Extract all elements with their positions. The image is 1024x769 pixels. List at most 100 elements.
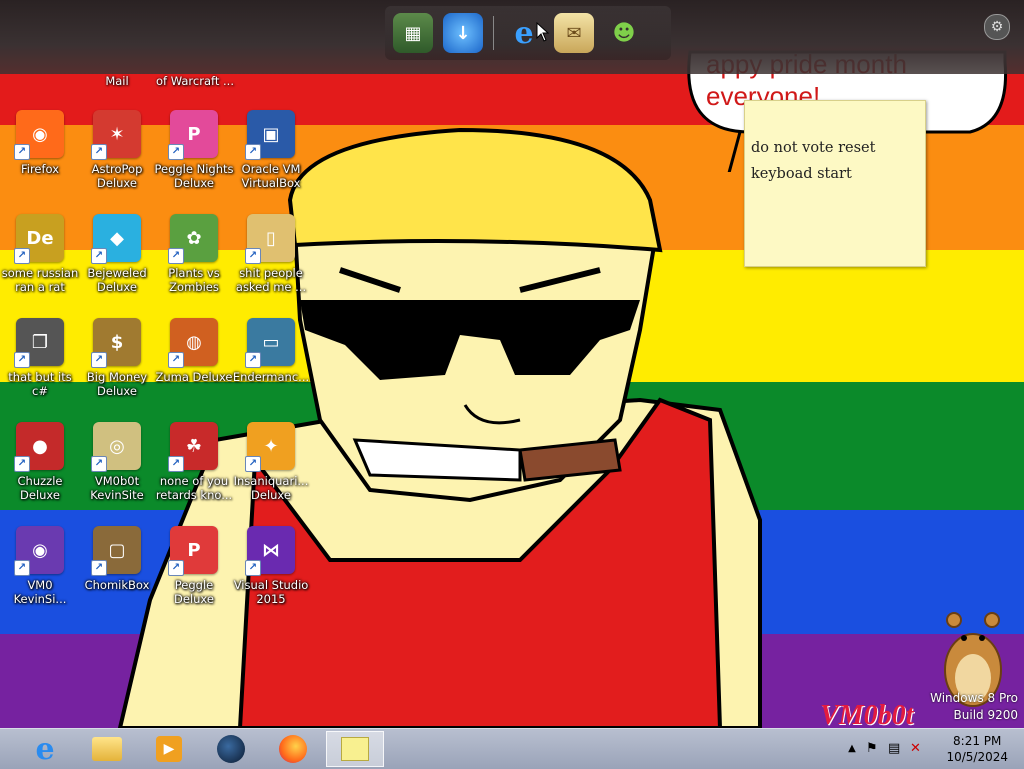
desktop-icon-label: Big Money Deluxe — [86, 370, 148, 398]
desktop-icon-label: none of you retards kno... — [155, 474, 233, 502]
desktop-icon[interactable]: ▢ ↗ ChomikBox — [77, 526, 157, 592]
visual-studio-icon: ⋈ ↗ — [245, 526, 295, 576]
ie-download-icon[interactable]: ↓ — [443, 13, 483, 53]
desktop-icon[interactable]: ✶ ↗ AstroPop Deluxe — [77, 110, 157, 190]
desktop-icon[interactable]: ◍ ↗ Zuma Deluxe — [154, 318, 234, 384]
dock-separator — [493, 16, 494, 50]
app-window-icon: ▭ ↗ — [245, 318, 295, 368]
plants-vs-zombies-icon: ✿ ↗ — [168, 214, 218, 264]
show-hidden-icons-chevron-icon[interactable]: ▲ — [844, 741, 860, 757]
desktop-icon[interactable]: ✦ ↗ Insaniquari... Deluxe — [231, 422, 311, 502]
watermark-edition: Windows 8 Pro — [930, 691, 1018, 705]
desktop-icon[interactable]: ◆ ↗ Bejeweled Deluxe — [77, 214, 157, 294]
desktop-icon[interactable]: ❐ ↗ that but its c# — [0, 318, 80, 398]
desktop-icon[interactable]: $ ↗ Big Money Deluxe — [77, 318, 157, 398]
web-shortcut-icon: ◎ ↗ — [91, 422, 141, 472]
taskbar-sticky-notes-button[interactable] — [326, 731, 384, 767]
desktop-icon-label: Chuzzle Deluxe — [17, 474, 63, 502]
system-tray: ▲ ⚑ ▤ ✕ 8:21 PM 10/5/2024 — [840, 729, 1024, 769]
peggle-icon: P ↗ — [168, 526, 218, 576]
taskbar-globe-button[interactable] — [202, 731, 260, 767]
zuma-icon: ◍ ↗ — [168, 318, 218, 368]
shortcut-arrow-icon: ↗ — [168, 456, 184, 472]
shortcut-arrow-icon: ↗ — [168, 248, 184, 264]
desktop-icon-label: Zuma Deluxe — [155, 370, 233, 384]
clock-date: 10/5/2024 — [946, 750, 1008, 764]
desktop-icon[interactable]: ◎ ↗ VM0b0t KevinSite — [77, 422, 157, 502]
shortcut-arrow-icon: ↗ — [91, 560, 107, 576]
desktop-icon-label: that but its c# — [8, 370, 72, 398]
peggle-nights-icon: P ↗ — [168, 110, 218, 160]
watermark-build: Build 9200 — [953, 708, 1018, 722]
desktop-icon[interactable]: ☘ ↗ none of you retards kno... — [154, 422, 234, 502]
taskbar-file-explorer-button[interactable] — [78, 731, 136, 767]
sticky-note-text[interactable]: do not vote reset keyboad start — [751, 135, 919, 187]
money-bag-icon: $ ↗ — [91, 318, 141, 368]
shortcut-arrow-icon: ↗ — [168, 144, 184, 160]
firefox-file-icon: ◉ ↗ — [14, 526, 64, 576]
insaniquarium-icon: ✦ ↗ — [245, 422, 295, 472]
shortcut-arrow-icon: ↗ — [168, 352, 184, 368]
desktop-icon[interactable]: P ↗ Peggle Nights Deluxe — [154, 110, 234, 190]
shortcut-arrow-icon: ↗ — [245, 560, 261, 576]
mouse-cursor-icon — [536, 22, 550, 42]
system-clock[interactable]: 8:21 PM 10/5/2024 — [946, 733, 1008, 765]
chomikbox-icon: ▢ ↗ — [91, 526, 141, 576]
desktop-icon-label: Peggle Deluxe — [174, 578, 214, 606]
desktop-icon-label: Bejeweled Deluxe — [87, 266, 147, 294]
desktop-icon-label: Plants vs Zombies — [168, 266, 220, 294]
desktop-icon[interactable]: ✿ ↗ Plants vs Zombies — [154, 214, 234, 294]
firefox-icon — [279, 735, 307, 763]
desktop-icon-label: VM0b0t KevinSite — [90, 474, 144, 502]
volume-muted-icon[interactable]: ✕ — [910, 741, 926, 757]
desktop-icon[interactable]: De ↗ some russian ran a rat — [0, 214, 80, 294]
desktop-icon[interactable]: ● ↗ Chuzzle Deluxe — [0, 422, 80, 502]
messenger-icon[interactable]: ☻ — [604, 13, 644, 53]
desktop-icon-label: VM0 KevinSi... — [13, 578, 67, 606]
desktop-icon[interactable]: ▭ ↗ Endermanc... — [231, 318, 311, 384]
taskbar-media-player-button[interactable]: ▶ — [140, 731, 198, 767]
desktop-icon-label: Insaniquari... Deluxe — [233, 474, 309, 502]
shortcut-arrow-icon: ↗ — [14, 456, 30, 472]
chuzzle-icon: ● ↗ — [14, 422, 64, 472]
desktop-icon-label: Endermanc... — [232, 370, 310, 384]
sticky-notes-icon — [341, 737, 369, 761]
shortcut-arrow-icon: ↗ — [14, 144, 30, 160]
shortcut-arrow-icon: ↗ — [14, 248, 30, 264]
shortcut-arrow-icon: ↗ — [245, 352, 261, 368]
shortcut-arrow-icon: ↗ — [91, 248, 107, 264]
desktop-icon-label: ChomikBox — [84, 578, 150, 592]
taskbar-firefox-button[interactable] — [264, 731, 322, 767]
desktop-icon-label: Visual Studio 2015 — [233, 578, 309, 606]
mail-icon[interactable]: ✉ — [554, 13, 594, 53]
desktop-icon[interactable]: ⋈ ↗ Visual Studio 2015 — [231, 526, 311, 606]
tiles-icon[interactable]: ▦ — [393, 13, 433, 53]
astropop-icon: ✶ ↗ — [91, 110, 141, 160]
bejeweled-icon: ◆ ↗ — [91, 214, 141, 264]
sticky-note[interactable]: do not vote reset keyboad start — [744, 100, 926, 267]
desktop-icon-label: Firefox — [20, 162, 60, 176]
network-icon[interactable]: ▤ — [888, 741, 904, 757]
folder-icon: ▯ ↗ — [245, 214, 295, 264]
shortcut-arrow-icon: ↗ — [168, 560, 184, 576]
desktop-icon-label: some russian ran a rat — [1, 266, 79, 294]
desktop: appy pride month everyone! Mail of Warcr… — [0, 0, 1024, 728]
dock-settings-icon[interactable]: ⚙ — [984, 14, 1010, 40]
folder-de-icon: De ↗ — [14, 214, 64, 264]
globe-icon — [217, 735, 245, 763]
shortcut-arrow-icon: ↗ — [91, 144, 107, 160]
desktop-icon-label: Oracle VM VirtualBox — [241, 162, 301, 190]
desktop-icon[interactable]: ◉ ↗ VM0 KevinSi... — [0, 526, 80, 606]
desktop-icon[interactable]: P ↗ Peggle Deluxe — [154, 526, 234, 606]
virtualbox-icon: ▣ ↗ — [245, 110, 295, 160]
vm-logo: VM0b0t — [820, 700, 914, 728]
action-center-flag-icon[interactable]: ⚑ — [866, 741, 882, 757]
desktop-icon[interactable]: ▣ ↗ Oracle VM VirtualBox — [231, 110, 311, 190]
firefox-icon: ◉ ↗ — [14, 110, 64, 160]
desktop-icon[interactable]: ▯ ↗ shit people asked me ... — [231, 214, 311, 294]
shortcut-arrow-icon: ↗ — [91, 352, 107, 368]
shortcut-arrow-icon: ↗ — [91, 456, 107, 472]
shortcut-arrow-icon: ↗ — [245, 456, 261, 472]
taskbar-internet-explorer-button[interactable]: e — [16, 731, 74, 767]
desktop-icon[interactable]: ◉ ↗ Firefox — [0, 110, 80, 176]
